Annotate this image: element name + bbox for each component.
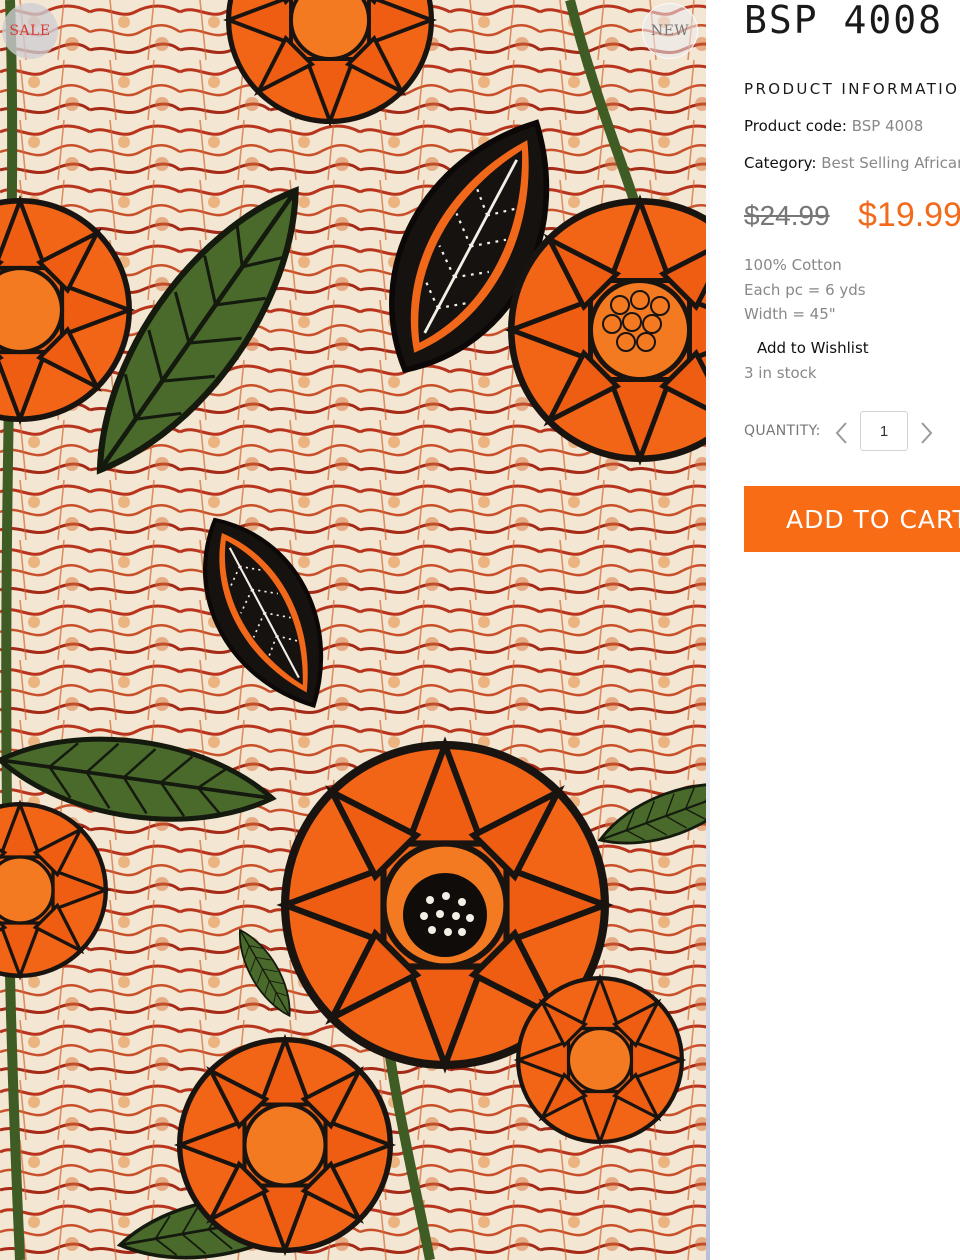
product-code-row: Product code: BSP 4008 <box>744 117 923 135</box>
add-to-cart-button[interactable]: ADD TO CART <box>744 486 960 552</box>
product-information-heading: PRODUCT INFORMATION <box>744 80 960 98</box>
sale-price: $19.99 <box>858 196 960 234</box>
chevron-right-icon[interactable] <box>916 420 936 446</box>
quantity-input[interactable] <box>860 411 908 451</box>
product-details: 100% Cotton Each pc = 6 yds Width = 45" <box>744 253 866 327</box>
product-code-label: Product code: <box>744 117 847 135</box>
category-link[interactable]: Best Selling African Prints <box>821 154 960 172</box>
detail-material: 100% Cotton <box>744 256 842 274</box>
image-edge <box>706 0 710 1260</box>
product-info-panel: BSP 4008 PRODUCT INFORMATION Product cod… <box>744 0 960 1260</box>
category-row: Category: Best Selling African Prints <box>744 154 960 172</box>
stock-status: 3 in stock <box>744 364 817 382</box>
chevron-left-icon[interactable] <box>832 420 852 446</box>
detail-length: Each pc = 6 yds <box>744 280 866 299</box>
add-to-wishlist-link[interactable]: Add to Wishlist <box>757 339 869 357</box>
new-badge-label: NEW <box>650 23 690 39</box>
product-code-value: BSP 4008 <box>851 117 924 135</box>
product-image[interactable]: SALE NEW <box>0 0 706 1260</box>
detail-width: Width = 45" <box>744 305 836 323</box>
fabric-print <box>0 0 706 1260</box>
sale-badge: SALE <box>2 3 58 59</box>
category-label: Category: <box>744 154 817 172</box>
old-price: $24.99 <box>744 200 830 231</box>
quantity-label: QUANTITY: <box>744 423 821 439</box>
product-title: BSP 4008 <box>744 0 944 42</box>
new-badge: NEW <box>642 3 698 59</box>
sale-badge-label: SALE <box>9 23 51 39</box>
